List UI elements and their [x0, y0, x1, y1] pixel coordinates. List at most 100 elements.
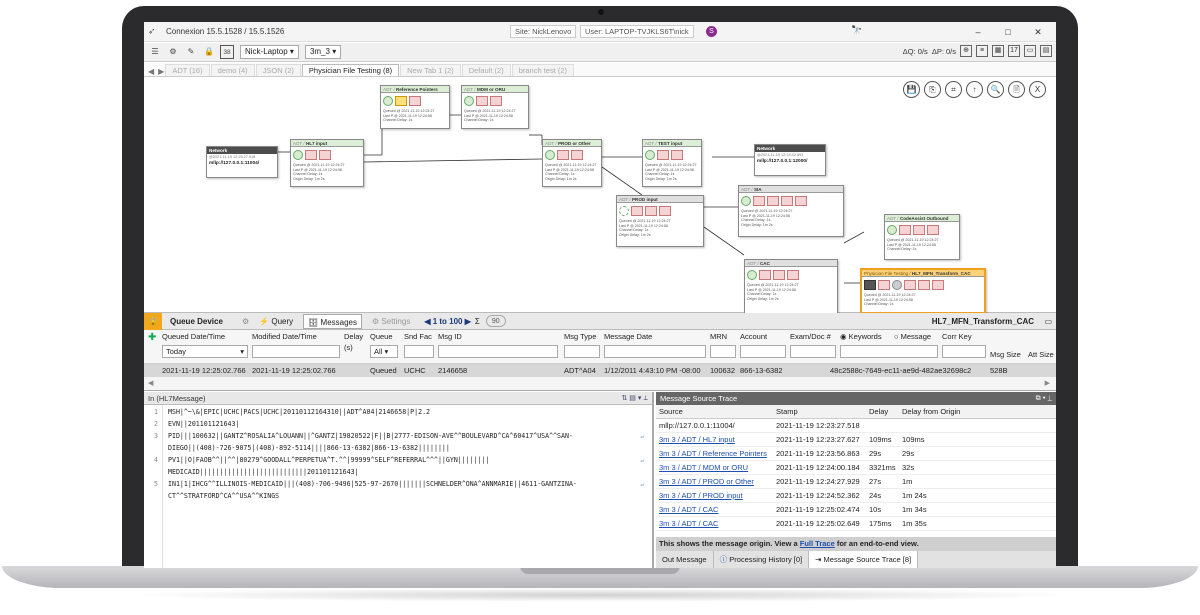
col-msg-type[interactable]: Msg Type	[564, 332, 596, 341]
table-row[interactable]: 3m 3 / ADT / MDM or ORU 2021-11-19 12:24:…	[656, 461, 1056, 475]
cell-source-link[interactable]: 3m 3 / ADT / PROD input	[659, 491, 743, 500]
menu-icon[interactable]: ☰	[148, 45, 162, 59]
add-icon[interactable]: ✚	[148, 332, 156, 343]
tab-new-tab-1[interactable]: New Tab 1 (2)	[400, 64, 461, 76]
close-canvas-icon[interactable]: X	[1029, 81, 1046, 98]
table-row[interactable]: 3m 3 / ADT / HL7 input 2021-11-19 12:23:2…	[656, 433, 1056, 447]
filter-exam-doc[interactable]	[790, 345, 836, 358]
panel-icon[interactable]: ▭	[1024, 45, 1036, 57]
apps-icon[interactable]: ▤	[1040, 45, 1052, 57]
group-select[interactable]: 3m_3 ▾	[304, 45, 342, 59]
channel-canvas[interactable]: Network @2021-11-19 12:25:27.518 mllp://…	[144, 77, 1056, 321]
tab-json[interactable]: JSON (2)	[255, 64, 301, 76]
table-row[interactable]: 3m 3 / ADT / CAC 2021-11-19 12:25:02.474 1…	[656, 503, 1056, 517]
cell-source-link[interactable]: 3m 3 / ADT / MDM or ORU	[659, 463, 748, 472]
filter-msg-id[interactable]	[438, 345, 558, 358]
device-select[interactable]: Nick-Laptop ▾	[240, 45, 299, 59]
col-queued-date[interactable]: Queued Date/Time	[162, 332, 225, 341]
filter-corr-key[interactable]	[942, 345, 986, 358]
col-mrn[interactable]: MRN	[710, 332, 727, 341]
node-mdm-or-oru[interactable]: ADT / MDM or ORU Queued @ 2021-11-19 12:…	[461, 85, 529, 129]
tab-messages[interactable]: 🗄 Messages	[303, 313, 363, 329]
filter-modified-date[interactable]	[252, 345, 340, 358]
scroll-left-icon[interactable]: ◀	[148, 379, 153, 387]
tree-icon[interactable]: ⌗	[945, 81, 962, 98]
col-delay-from-origin[interactable]: Delay from Origin	[902, 407, 960, 416]
forward-arrow-icon[interactable]: ▶	[158, 67, 164, 76]
keywords-radio[interactable]: ◉ Keywords	[840, 332, 882, 341]
binoculars-icon[interactable]: 🔭	[851, 25, 862, 36]
col-msg-size[interactable]: Msg Size	[990, 350, 1021, 359]
filter-keywords[interactable]	[840, 345, 938, 358]
table-row[interactable]: 3m 3 / ADT / PROD or Other 2021-11-19 12:…	[656, 475, 1056, 489]
col-queue[interactable]: Queue	[370, 332, 393, 341]
filter-mrn[interactable]	[710, 345, 736, 358]
user-badge[interactable]: S	[706, 26, 717, 37]
copy-icon[interactable]: ⎘	[924, 81, 941, 98]
cell-source-link[interactable]: 3m 3 / ADT / CAC	[659, 505, 718, 514]
pencil-icon[interactable]: ✎	[184, 45, 198, 59]
tab-out-message[interactable]: Out Message	[656, 551, 714, 568]
node-reference-pointers[interactable]: ADT / Reference Pointers Queued @ 2021-1…	[380, 85, 450, 129]
tab-settings[interactable]: ⚙ Settings	[368, 314, 414, 329]
list-icon[interactable]: ≡	[976, 45, 988, 57]
filter-msg-type[interactable]	[564, 345, 600, 358]
col-snd-fac[interactable]: Snd Fac	[404, 332, 432, 341]
tab-demo[interactable]: demo (4)	[210, 64, 255, 76]
table-row[interactable]: 3m 3 / ADT / PROD input 2021-11-19 12:24:…	[656, 489, 1056, 503]
col-delay[interactable]: Delay	[869, 407, 888, 416]
cell-source-link[interactable]: 3m 3 / ADT / CAC	[659, 519, 718, 528]
filter-account[interactable]	[740, 345, 786, 358]
filter-queue[interactable]: All ▾	[370, 345, 398, 358]
scroll-right-icon[interactable]: ▶	[1045, 379, 1050, 387]
node-prod-or-other[interactable]: ADT / PROD or Other Queued @ 2021-11-19 …	[542, 139, 602, 187]
network-input-node[interactable]: Network @2021-11-19 12:25:27.518 mllp://…	[206, 146, 278, 178]
close-button[interactable]: ✕	[1028, 24, 1048, 40]
node-test-input[interactable]: ADT / TEST input Queued @ 2021-11-19 12:…	[642, 139, 702, 187]
document-icon[interactable]: 🗎	[1008, 81, 1025, 98]
filter-queued-date[interactable]: Today ▾	[162, 345, 248, 358]
horizontal-scrollbar[interactable]: ◀ ▶	[144, 377, 1056, 391]
col-corr-key[interactable]: Corr Key	[942, 332, 972, 341]
col-modified-date[interactable]: Modified Date/Time	[252, 332, 317, 341]
calendar-icon[interactable]: 17	[1008, 45, 1020, 57]
gear-icon[interactable]: ⚙	[166, 45, 180, 59]
tab-physician-file-testing[interactable]: Physician File Testing (8)	[301, 64, 400, 76]
tab-message-source-trace[interactable]: ⇥ Message Source Trace [8]	[809, 551, 919, 568]
collapse-icon[interactable]: ▭	[1044, 317, 1052, 326]
node-cac[interactable]: ADT / CAC Queued @ 2021-11-19 12:24:27 La…	[744, 259, 838, 321]
lock-icon[interactable]: 🔒	[202, 45, 216, 59]
node-prod-input[interactable]: ADT / PROD input Queued @ 2021-11-19 12:…	[616, 195, 704, 247]
table-row[interactable]: 2021-11-19 12:25:02.766 2021-11-19 12:25…	[144, 364, 1056, 377]
back-arrow-icon[interactable]: ◀	[148, 67, 154, 76]
search-icon[interactable]: 🔍	[987, 81, 1004, 98]
cell-source-link[interactable]: 3m 3 / ADT / PROD or Other	[659, 477, 754, 486]
col-source[interactable]: Source	[659, 407, 683, 416]
minimize-button[interactable]: –	[968, 24, 988, 40]
node-sia[interactable]: ADT / SIA Queued @ 2021-11-19 12:24:27 La…	[738, 185, 844, 237]
grid-icon[interactable]: ▦	[992, 45, 1004, 57]
node-hl7-input[interactable]: ADT / HL7 input Queued @ 2021-11-19 12:2…	[290, 139, 364, 187]
tab-adt[interactable]: ADT (16)	[165, 64, 210, 76]
lock-icon[interactable]: 🔒	[144, 312, 162, 330]
table-row[interactable]: 3m 3 / ADT / CAC 2021-11-19 12:25:02.649 1…	[656, 517, 1056, 531]
page-range[interactable]: ◀ 1 to 100 ▶	[420, 314, 475, 329]
col-delay[interactable]: Delay	[344, 332, 363, 341]
tab-branch-test[interactable]: branch test (2)	[511, 64, 575, 76]
sigma-icon[interactable]: Σ	[475, 317, 480, 326]
maximize-button[interactable]: □	[998, 24, 1018, 40]
network-output-node[interactable]: Network @2021-11-19 12:24:42.593 mllp://…	[754, 144, 826, 176]
tab-processing-history[interactable]: ⓘ Processing History [0]	[714, 551, 810, 568]
tab-default[interactable]: Default (2)	[461, 64, 511, 76]
node-hl7-mfn-transform-cac[interactable]: Physician File Testing / HL7_MFN_Transfo…	[860, 268, 986, 314]
pane-controls[interactable]: ⇅ ▤ ▾ ⟂	[622, 392, 649, 405]
message-radio[interactable]: ○ Message	[894, 332, 931, 341]
cell-source-link[interactable]: 3m 3 / ADT / Reference Pointers	[659, 449, 767, 458]
upload-icon[interactable]: ↑	[966, 81, 983, 98]
counter-badge[interactable]: 38	[220, 45, 234, 59]
col-exam-doc[interactable]: Exam/Doc #	[790, 332, 831, 341]
table-row[interactable]: mllp://127.0.0.1:11004/2021-11-19 12:23:…	[656, 419, 1056, 433]
tab-query[interactable]: ⚡ Query	[255, 314, 297, 329]
globe-icon[interactable]: ⊕	[960, 45, 972, 57]
col-stamp[interactable]: Stamp	[776, 407, 798, 416]
